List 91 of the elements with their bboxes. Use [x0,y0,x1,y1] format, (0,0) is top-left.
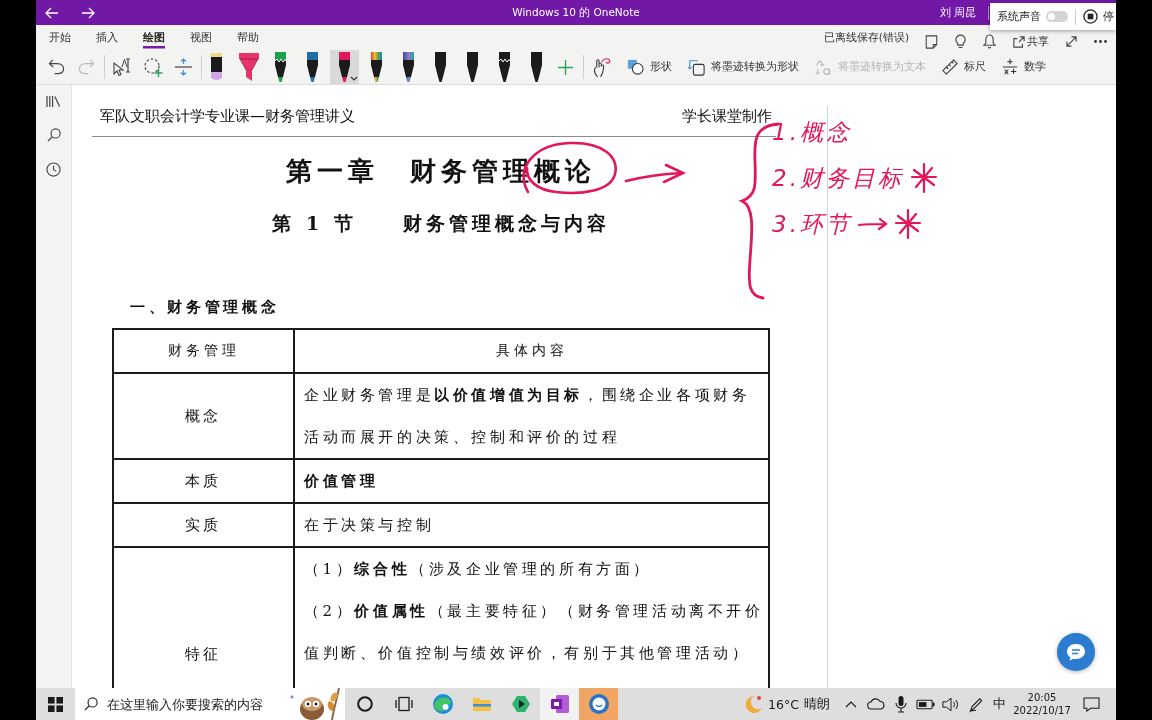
undo-icon [47,59,65,75]
shapes-icon [627,59,644,75]
ink-arrow [624,163,687,184]
galaxy-pen-icon [402,52,415,82]
ruler-icon [942,59,958,75]
pen-icon [967,695,984,713]
bell-icon [983,34,996,49]
weather-condition: 晴朗 [804,695,830,713]
lightbulb-button[interactable] [955,32,966,51]
ribbon-tab[interactable]: 视图 [177,25,224,50]
cloud-icon [866,698,885,710]
search-field[interactable]: 在这里输入你要搜索的内容 [75,688,345,720]
ribbon-tab[interactable]: 插入 [83,25,130,50]
task-view-icon [394,696,413,712]
table-cell: 本质 [113,459,294,503]
chevron-up-icon [844,700,857,708]
chat-button[interactable] [1057,633,1095,671]
sound-toggle[interactable] [1046,11,1068,22]
notifications-button[interactable] [983,32,996,51]
shapes-button[interactable]: 形状 [627,53,672,81]
notification-icon [1082,696,1100,712]
column-header: 具体内容 [294,329,769,373]
column-header: 财务管理 [113,329,294,373]
insert-space-icon [174,58,192,76]
onenote-icon [549,694,570,714]
temperature: 16°C [768,696,799,712]
rainbow-pen-icon [370,52,383,82]
stop-icon [1083,9,1098,24]
cell-text: （1）综合性（涉及企业管理的所有方面） [304,559,653,580]
ink-to-shape-icon [688,58,705,76]
search-icon [46,128,61,142]
table-cell: 实质 [113,503,294,547]
cell-text: 在于决策与控制 [304,515,436,536]
share-icon [1013,35,1025,48]
input-method-button[interactable]: 中 [988,688,1010,720]
app-button[interactable] [579,688,618,720]
plus-icon [557,59,573,75]
cell-text: 价值管理 [304,471,380,492]
section-heading: 一、财务管理概念 [130,297,280,318]
expand-icon [1066,36,1077,47]
hexagon-play-icon [510,695,531,713]
search-icon [84,697,98,711]
sound-label: 系统声音 [997,9,1041,24]
math-button[interactable]: 数学 [1002,53,1046,81]
user-name: 刘 周昆 [939,5,976,20]
onenote-button[interactable] [540,688,579,720]
chevron-down-icon [350,76,358,81]
handwritten-note: 2.财务目标 [772,164,904,193]
more-icon [1094,40,1107,43]
speaker-icon [941,696,960,712]
share-button[interactable]: 共享 [1013,32,1049,51]
lightbulb-icon [955,34,966,49]
table-cell: 概念 [113,373,294,459]
cell-text: 企业财务管理是以价值增值为目标，围绕企业各项财务活动而展开的决策、控制和评价的过程 [304,385,752,448]
page-icon [925,34,938,49]
chat-bubble-icon [1066,643,1086,661]
ink-to-text-icon [815,58,832,76]
stop-button[interactable]: 停 [1083,6,1114,27]
clock-date: 2022/10/17 [1013,704,1071,717]
ink-to-shape-button[interactable]: 将墨迹转换为形状 [688,53,799,81]
section-title: 第 1 节 财务管理概念与内容 [271,211,611,236]
notebooks-icon [46,94,61,108]
folder-icon [471,696,492,712]
page-button[interactable] [925,32,938,51]
windows-logo-icon [48,696,63,712]
clock-time: 20:05 [1027,691,1057,704]
cell-text: （2）价值属性（最主要特征）（财务管理活动离不开价值判断、价值控制与绩效评价，有别于其他管理活动） [304,601,764,664]
pen-button[interactable] [330,50,359,84]
clock-icon [46,161,61,177]
round-app-icon [588,694,609,714]
redo-icon [77,59,95,75]
search-input[interactable]: 在这里输入你要搜索的内容 [107,696,267,712]
forward-arrow-icon [81,6,95,19]
hand-stroke-icon [592,56,611,78]
math-icon [1002,59,1018,75]
header-credit: 学长课堂制作 [682,106,772,126]
back-arrow-icon [45,6,59,19]
lasso-select-icon [113,58,133,76]
ribbon-tab[interactable]: 帮助 [224,25,271,50]
moon-icon [743,694,764,714]
ring-icon [356,696,373,712]
edge-icon [432,694,453,714]
ruler-button[interactable]: 标尺 [942,53,986,81]
ribbon-tab[interactable]: 开始 [36,25,83,50]
dashed-circle-plus-icon [143,57,163,77]
header-title: 军队文职会计学专业课—财务管理讲义 [100,106,355,126]
save-status: 已离线保存(错误) [823,30,909,45]
handwritten-note: 3.环节 [772,210,852,239]
window-title: Windows 10 的 OneNote [512,5,640,20]
microphone-icon [894,695,907,713]
battery-icon [916,698,935,710]
